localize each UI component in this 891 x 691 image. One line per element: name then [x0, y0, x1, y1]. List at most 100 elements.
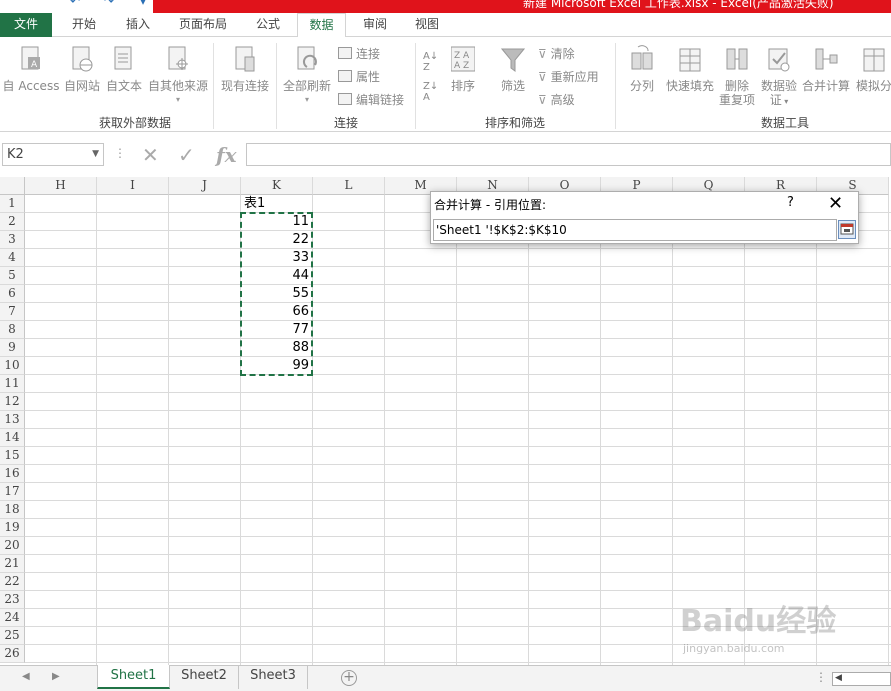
row-header-23[interactable]: 23 — [0, 591, 25, 609]
tab-view[interactable]: 视图 — [403, 13, 451, 37]
text-to-columns-button[interactable]: 分列 — [622, 45, 662, 93]
gridline-horizontal — [25, 320, 891, 321]
formula-bar-grip[interactable]: ⋮ — [114, 146, 126, 160]
column-header-k[interactable]: K — [241, 177, 313, 195]
row-header-24[interactable]: 24 — [0, 609, 25, 627]
reference-input[interactable]: 'Sheet1 '!$K$2:$K$10 — [433, 219, 837, 241]
formula-input[interactable] — [246, 143, 891, 166]
from-text-button[interactable]: 自文本 — [104, 45, 144, 93]
group-label-sort-filter: 排序和筛选 — [484, 116, 545, 130]
connections-button[interactable]: 连接 — [338, 45, 380, 62]
close-button[interactable]: ✕ — [828, 193, 843, 214]
gridline-horizontal — [25, 410, 891, 411]
row-header-13[interactable]: 13 — [0, 411, 25, 429]
row-header-1[interactable]: 1 — [0, 195, 25, 213]
edit-links-label: 编辑链接 — [356, 93, 405, 107]
reapply-button[interactable]: ⊽ 重新应用 — [538, 68, 599, 85]
row-header-22[interactable]: 22 — [0, 573, 25, 591]
row-header-14[interactable]: 14 — [0, 429, 25, 447]
sort-ascending-button[interactable]: A↓ Z — [423, 51, 438, 73]
column-header-i[interactable]: I — [97, 177, 169, 195]
gridline-horizontal — [25, 392, 891, 393]
column-header-j[interactable]: J — [169, 177, 241, 195]
row-header-20[interactable]: 20 — [0, 537, 25, 555]
what-if-icon — [863, 48, 885, 72]
group-label-connections: 连接 — [333, 116, 358, 130]
row-header-5[interactable]: 5 — [0, 267, 25, 285]
undo-icon[interactable]: ↶ — [70, 0, 80, 8]
existing-connections-button[interactable]: 现有连接 — [218, 45, 272, 93]
sheet-tab-sheet1[interactable]: Sheet1 — [97, 665, 170, 689]
row-header-2[interactable]: 2 — [0, 213, 25, 231]
scroll-right-icon[interactable]: ▶ — [52, 671, 60, 682]
properties-button[interactable]: 属性 — [338, 68, 380, 85]
select-all-corner[interactable] — [0, 177, 25, 195]
ribbon-tab-bar: 文件 开始 插入 页面布局 公式 数据 审阅 视图 — [0, 13, 891, 38]
row-header-6[interactable]: 6 — [0, 285, 25, 303]
from-other-sources-button[interactable]: 自其他来源 ▾ — [146, 45, 210, 107]
refresh-all-button[interactable]: 全部刷新 ▾ — [280, 45, 334, 107]
row-header-9[interactable]: 9 — [0, 339, 25, 357]
row-header-4[interactable]: 4 — [0, 249, 25, 267]
sheet-tab-sheet3[interactable]: Sheet3 — [239, 665, 308, 689]
tab-formulas[interactable]: 公式 — [244, 13, 292, 37]
other-sources-icon — [168, 46, 188, 70]
tab-review[interactable]: 审阅 — [351, 13, 399, 37]
data-validation-button[interactable]: 数据验 证 ▾ — [758, 45, 800, 109]
insert-function-icon[interactable]: fx — [216, 143, 237, 167]
row-header-7[interactable]: 7 — [0, 303, 25, 321]
tab-data[interactable]: 数据 — [297, 13, 346, 38]
redo-icon[interactable]: ↷ — [104, 0, 114, 8]
scroll-left-icon[interactable]: ◀ — [22, 671, 30, 682]
scrollbar-grip[interactable]: ⋮ — [815, 670, 827, 684]
column-header-l[interactable]: L — [313, 177, 385, 195]
cell-k1[interactable]: 表1 — [244, 195, 265, 213]
edit-links-button[interactable]: 编辑链接 — [338, 91, 404, 108]
what-if-analysis-button[interactable]: 模拟分 — [852, 45, 891, 93]
name-box[interactable]: K2 ▼ — [2, 143, 104, 166]
row-header-18[interactable]: 18 — [0, 501, 25, 519]
horizontal-scrollbar[interactable]: ◀ — [832, 672, 891, 686]
from-access-button[interactable]: A 自 Access — [0, 45, 62, 93]
from-web-button[interactable]: 自网站 — [62, 45, 102, 93]
row-header-10[interactable]: 10 — [0, 357, 25, 375]
sheet-tab-sheet2[interactable]: Sheet2 — [170, 665, 239, 689]
remove-duplicates-button[interactable]: 删除 重复项 — [717, 45, 757, 107]
tab-home[interactable]: 开始 — [60, 13, 108, 37]
worksheet-grid[interactable]: H I J K L M N O P Q R S 1 2 3 4 5 6 7 8 9 10 11 12 13 14 15 16 17 18 1… — [0, 177, 891, 665]
row-header-19[interactable]: 19 — [0, 519, 25, 537]
expand-dialog-button[interactable] — [838, 220, 856, 239]
filter-button[interactable]: 筛选 — [494, 45, 532, 93]
tab-page-layout[interactable]: 页面布局 — [168, 13, 238, 37]
clear-filter-label: 清除 — [550, 47, 575, 61]
sort-button[interactable]: Z AA Z 排序 — [444, 45, 482, 93]
sort-descending-button[interactable]: Z↓ A — [423, 81, 438, 103]
row-header-16[interactable]: 16 — [0, 465, 25, 483]
advanced-filter-button[interactable]: ⊽ 高级 — [538, 91, 575, 108]
tab-insert[interactable]: 插入 — [114, 13, 162, 37]
new-sheet-button[interactable]: + — [341, 670, 357, 686]
cancel-icon[interactable]: ✕ — [142, 143, 159, 167]
enter-icon[interactable]: ✓ — [178, 143, 195, 167]
qat-dropdown-icon[interactable]: ▾ — [140, 0, 146, 8]
chevron-down-icon[interactable]: ▼ — [92, 144, 99, 165]
row-header-8[interactable]: 8 — [0, 321, 25, 339]
column-header-h[interactable]: H — [25, 177, 97, 195]
row-header-26[interactable]: 26 — [0, 645, 25, 663]
flash-fill-button[interactable]: 快速填充 — [664, 45, 716, 93]
row-header-25[interactable]: 25 — [0, 627, 25, 645]
consolidate-button[interactable]: 合并计算 — [800, 45, 852, 93]
tab-file[interactable]: 文件 — [0, 13, 52, 37]
row-header-15[interactable]: 15 — [0, 447, 25, 465]
row-header-11[interactable]: 11 — [0, 375, 25, 393]
row-header-21[interactable]: 21 — [0, 555, 25, 573]
refresh-all-label: 全部刷新 — [282, 79, 331, 93]
row-header-3[interactable]: 3 — [0, 231, 25, 249]
row-header-17[interactable]: 17 — [0, 483, 25, 501]
reapply-icon: ⊽ — [538, 70, 551, 84]
row-header-12[interactable]: 12 — [0, 393, 25, 411]
help-button[interactable]: ? — [787, 195, 794, 210]
gridline-horizontal — [25, 536, 891, 537]
clear-filter-button[interactable]: ⊽ 清除 — [538, 45, 575, 62]
scroll-left-arrow-icon[interactable]: ◀ — [835, 673, 842, 683]
